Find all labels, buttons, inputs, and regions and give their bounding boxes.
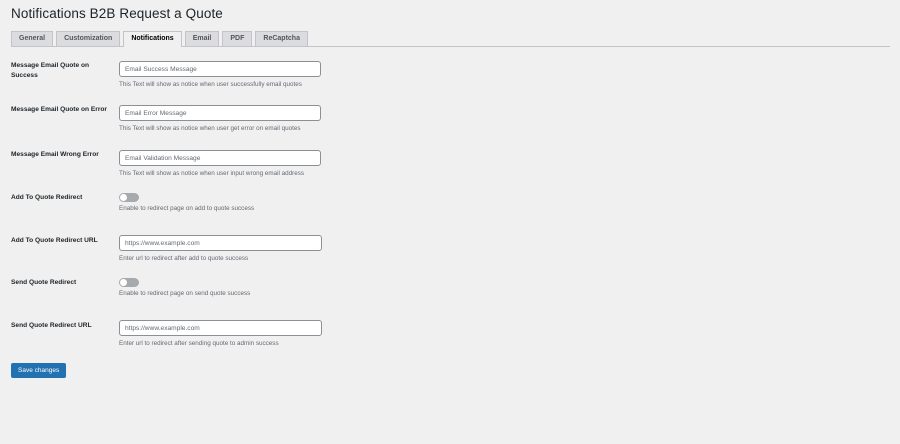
add-to-quote-redirect-url-field-wrap: Enter url to redirect after add to quote… <box>119 235 322 262</box>
email-error-input[interactable] <box>119 105 321 121</box>
add-to-quote-redirect-field-wrap: Enable to redirect page on add to quote … <box>119 193 254 212</box>
save-changes-button[interactable]: Save changes <box>11 363 67 378</box>
email-wrong-field-wrap: This Text will show as notice when user … <box>119 150 321 177</box>
send-quote-redirect-label: Send Quote Redirect <box>11 279 77 286</box>
add-to-quote-redirect-url-input[interactable] <box>119 235 322 251</box>
tab-notifications[interactable]: Notifications <box>123 31 182 47</box>
email-success-description: This Text will show as notice when user … <box>119 81 302 88</box>
tab-email[interactable]: Email <box>184 31 220 46</box>
email-success-field-wrap: This Text will show as notice when user … <box>119 61 321 88</box>
send-quote-redirect-description: Enable to redirect page on send quote su… <box>119 290 251 297</box>
email-error-label: Message Email Quote on Error <box>11 106 108 113</box>
email-error-field-wrap: This Text will show as notice when user … <box>119 105 321 132</box>
add-to-quote-redirect-description: Enable to redirect page on add to quote … <box>119 205 255 212</box>
tab-customization[interactable]: Customization <box>56 31 121 46</box>
email-error-description: This Text will show as notice when user … <box>119 125 301 132</box>
send-quote-redirect-url-input[interactable] <box>119 320 322 336</box>
add-to-quote-redirect-url-description: Enter url to redirect after add to quote… <box>119 255 249 262</box>
send-quote-redirect-url-description: Enter url to redirect after sending quot… <box>119 340 279 347</box>
tab-recaptcha[interactable]: ReCaptcha <box>255 31 308 46</box>
send-quote-redirect-url-field-wrap: Enter url to redirect after sending quot… <box>119 320 322 347</box>
tab-bar: General Customization Notifications Emai… <box>11 30 890 47</box>
add-to-quote-redirect-toggle[interactable] <box>119 193 139 202</box>
email-wrong-label: Message Email Wrong Error <box>11 151 99 158</box>
page-title: Notifications B2B Request a Quote <box>11 6 223 21</box>
send-quote-redirect-field-wrap: Enable to redirect page on send quote su… <box>119 278 250 297</box>
email-success-label: Message Email Quote on Success <box>11 62 90 79</box>
email-wrong-input[interactable] <box>119 150 321 166</box>
add-to-quote-redirect-label: Add To Quote Redirect <box>11 194 83 201</box>
tab-general[interactable]: General <box>11 31 54 46</box>
send-quote-redirect-url-label: Send Quote Redirect URL <box>11 322 92 329</box>
email-wrong-description: This Text will show as notice when user … <box>119 170 305 177</box>
send-quote-redirect-toggle[interactable] <box>119 278 139 287</box>
toggle-knob <box>120 279 127 286</box>
settings-page: Notifications B2B Request a Quote Genera… <box>0 0 900 444</box>
email-success-input[interactable] <box>119 61 321 77</box>
tab-pdf[interactable]: PDF <box>222 31 253 46</box>
add-to-quote-redirect-url-label: Add To Quote Redirect URL <box>11 237 98 244</box>
toggle-knob <box>120 194 127 201</box>
